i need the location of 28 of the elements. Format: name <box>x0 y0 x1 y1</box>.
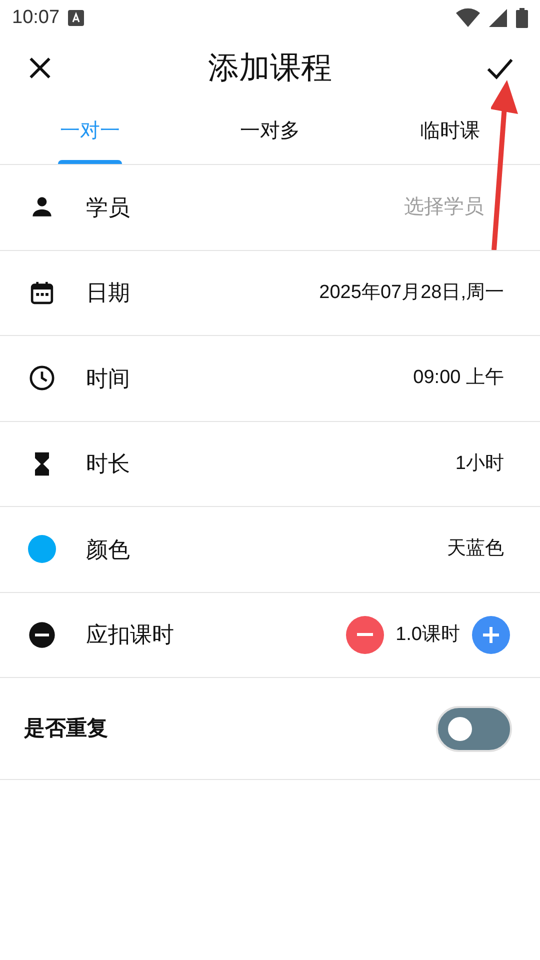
tab[interactable]: 临时课 <box>416 116 484 146</box>
clock-icon <box>28 364 56 392</box>
wifi-icon <box>456 8 480 28</box>
decrement-button[interactable] <box>346 616 384 654</box>
increment-button[interactable] <box>472 616 510 654</box>
minus-icon <box>356 633 373 636</box>
page-title: 添加课程 <box>208 48 332 87</box>
status-time: 10:07 <box>12 6 60 30</box>
minus-circle-icon <box>28 620 56 649</box>
battery-icon <box>516 8 528 28</box>
row-label: 颜色 <box>86 536 130 564</box>
keyboard-a-icon <box>68 10 84 26</box>
row-value: 1.0课时 <box>396 622 460 646</box>
plus-icon <box>481 624 501 645</box>
repeat-toggle[interactable] <box>436 706 512 752</box>
row-value[interactable]: 2025年07月28日,周一 <box>319 278 504 307</box>
repeat-label: 是否重复 <box>24 716 108 742</box>
tab[interactable]: 一对多 <box>236 116 304 146</box>
signal-icon <box>488 8 508 28</box>
row-label: 时长 <box>86 450 130 478</box>
row-value[interactable]: 天蓝色 <box>447 535 504 564</box>
row-value[interactable]: 09:00 上午 <box>413 364 504 392</box>
row-label: 日期 <box>86 279 130 308</box>
tab-indicator <box>58 160 122 164</box>
row-label: 时间 <box>86 364 130 393</box>
row-label: 学员 <box>86 194 130 222</box>
row-value[interactable]: 1小时 <box>455 450 504 478</box>
row-label: 应扣课时 <box>86 621 174 650</box>
